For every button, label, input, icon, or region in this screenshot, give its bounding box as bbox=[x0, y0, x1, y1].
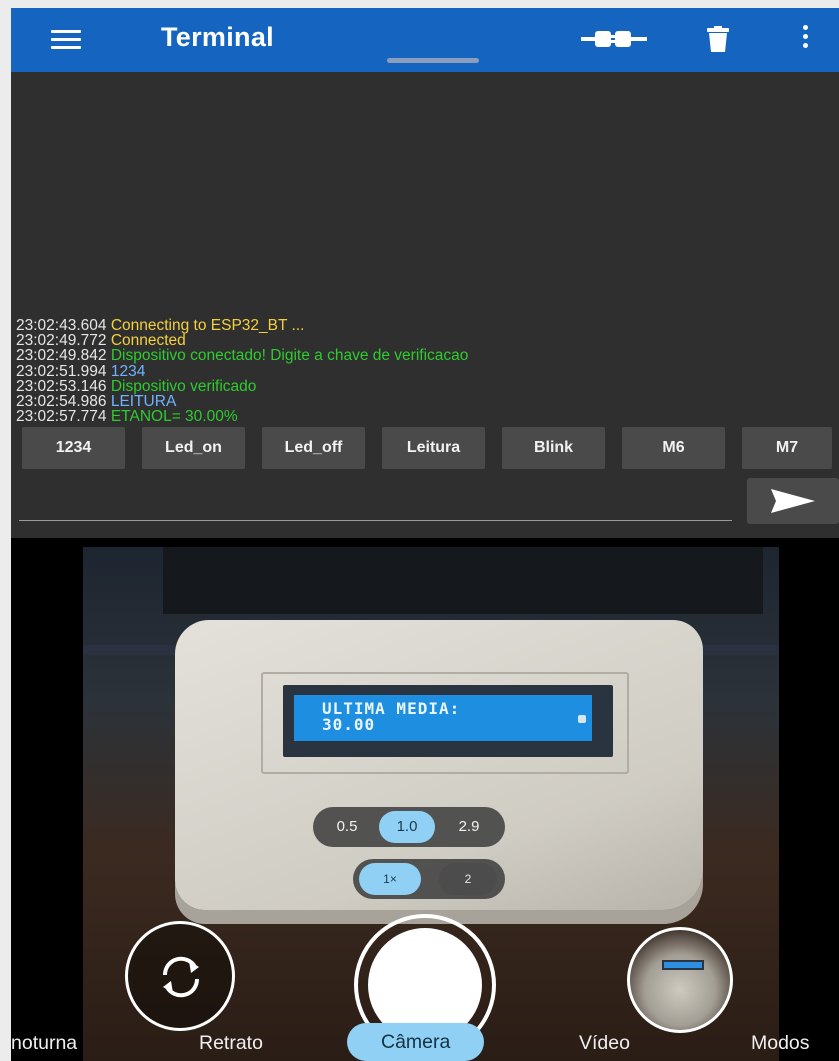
trash-icon[interactable] bbox=[707, 26, 729, 57]
app-title: Terminal bbox=[161, 22, 274, 52]
camera-mode-bar: noturna Retrato Câmera Vídeo Modos bbox=[11, 1023, 839, 1061]
lcd-display: ULTIMA MEDIA: 30.00 bbox=[283, 685, 613, 757]
log-message: Dispositivo conectado! Digite a chave de… bbox=[110, 347, 469, 365]
lens-option[interactable]: 2 bbox=[439, 863, 497, 895]
zoom-option[interactable]: 2.9 bbox=[441, 811, 497, 843]
more-vertical-icon[interactable] bbox=[803, 25, 811, 52]
log-timestamp: 23:02:57.774 bbox=[16, 408, 107, 426]
command-input[interactable] bbox=[19, 520, 732, 521]
lens-option-selected[interactable]: 1× bbox=[359, 863, 421, 895]
terminal-log: 23:02:43.604 Connecting to ESP32_BT ... 2… bbox=[16, 318, 469, 426]
mode-camera-selected[interactable]: Câmera bbox=[347, 1023, 485, 1061]
log-line: 23:02:53.146 Dispositivo verificado bbox=[16, 379, 468, 395]
background-monitor bbox=[163, 547, 763, 617]
log-line: 23:02:51.994 1234 bbox=[16, 363, 468, 379]
mode-night[interactable]: noturna bbox=[11, 1032, 77, 1055]
log-message: ETANOL= 30.00% bbox=[110, 408, 238, 426]
macro-button-row: 1234 Led_on Led_off Leitura Blink M6 M7 bbox=[22, 427, 832, 469]
log-line: 23:02:57.774 ETANOL= 30.00% bbox=[16, 408, 468, 426]
mode-video[interactable]: Vídeo bbox=[579, 1032, 630, 1055]
lcd-line-2: 30.00 bbox=[322, 715, 376, 734]
log-line: 23:02:54.986 LEITURA bbox=[16, 394, 468, 410]
window-drag-handle[interactable] bbox=[387, 58, 479, 63]
send-arrow-icon bbox=[771, 489, 815, 513]
macro-button[interactable]: Leitura bbox=[382, 427, 485, 469]
switch-camera-icon bbox=[162, 956, 200, 998]
mode-more[interactable]: Modos bbox=[751, 1032, 810, 1055]
log-line: 23:02:49.772 Connected bbox=[16, 333, 468, 349]
plug-connection-icon[interactable] bbox=[581, 28, 647, 55]
hamburger-menu-icon[interactable] bbox=[51, 30, 81, 50]
mode-portrait[interactable]: Retrato bbox=[199, 1032, 263, 1055]
send-button[interactable] bbox=[747, 478, 839, 524]
lens-selector: 1× 2 bbox=[353, 859, 505, 899]
zoom-selector: 0.5 1.0 2.9 bbox=[313, 807, 505, 847]
camera-app: ULTIMA MEDIA: 30.00 0.5 1.0 2.9 1× 2 not… bbox=[11, 541, 839, 1061]
log-line: 23:02:43.604 Connecting to ESP32_BT ... bbox=[16, 318, 468, 334]
macro-button[interactable]: M7 bbox=[742, 427, 832, 469]
macro-button[interactable]: Led_off bbox=[262, 427, 365, 469]
zoom-option[interactable]: 0.5 bbox=[319, 811, 375, 843]
switch-camera-button[interactable] bbox=[125, 921, 235, 1031]
macro-button[interactable]: M6 bbox=[622, 427, 725, 469]
macro-button[interactable]: Led_on bbox=[142, 427, 245, 469]
split-screen-handle[interactable] bbox=[409, 533, 459, 564]
macro-button[interactable]: 1234 bbox=[22, 427, 125, 469]
gallery-thumbnail[interactable] bbox=[627, 927, 733, 1033]
app-bar: Terminal bbox=[11, 8, 839, 72]
terminal-panel: 23:02:43.604 Connecting to ESP32_BT ... 2… bbox=[11, 72, 839, 538]
phone-screen: Terminal 23:02:43.604 Connecting to ESP3… bbox=[11, 8, 839, 1061]
macro-button[interactable]: Blink bbox=[502, 427, 605, 469]
log-line: 23:02:49.842 Dispositivo conectado! Digi… bbox=[16, 347, 469, 365]
zoom-option-selected[interactable]: 1.0 bbox=[379, 811, 435, 843]
